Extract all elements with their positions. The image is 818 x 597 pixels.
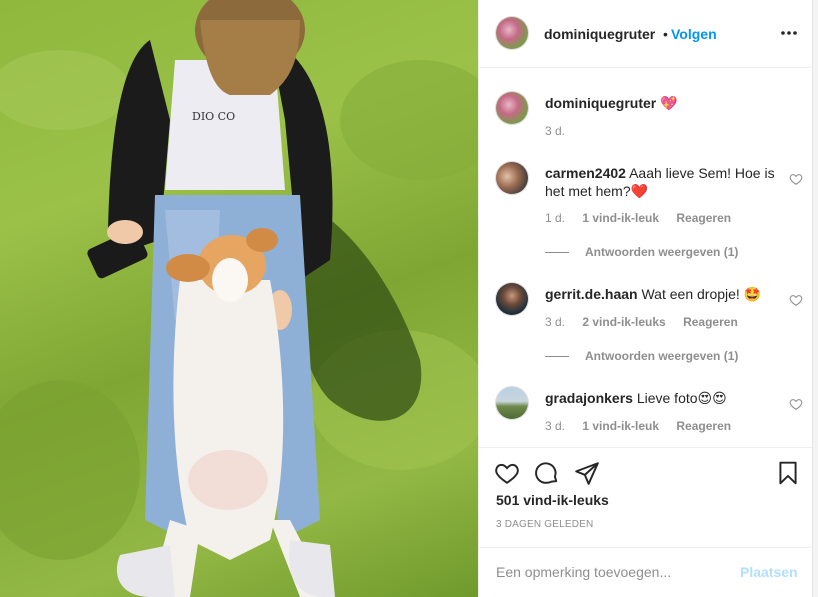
caption-meta: 3 d. (545, 124, 579, 138)
caption-time[interactable]: 3 d. (545, 124, 565, 138)
post-side-panel: dominiquegruter • Volgen dominiquegruter… (478, 0, 813, 597)
heart-icon[interactable] (494, 460, 520, 486)
likes-count[interactable]: 501 vind-ik-leuks (496, 492, 609, 508)
comment-username[interactable]: carmen2402 (545, 165, 626, 181)
view-replies-label: Antwoorden weergeven (1) (585, 349, 739, 363)
comment-emoji: ❤️ (630, 184, 649, 200)
caption-emoji: 💖 (660, 96, 678, 112)
comment-meta: 1 d. 1 vind-ik-leuk Reageren (545, 211, 745, 225)
comment-meta: 3 d. 2 vind-ik-leuks Reageren (545, 315, 752, 329)
comment-time[interactable]: 3 d. (545, 315, 565, 329)
comment-input[interactable]: Een opmerking toevoegen... (496, 564, 671, 580)
comment-likes[interactable]: 1 vind-ik-leuk (582, 211, 659, 225)
replies-divider (545, 356, 569, 358)
like-comment-icon[interactable] (789, 397, 803, 411)
comment-emoji: 😍😍 (697, 391, 727, 407)
comments-list[interactable]: dominiquegruter 💖 3 d. carmen2402 Aaah l… (479, 69, 813, 447)
comment-text: gradajonkers Lieve foto😍😍 (545, 389, 777, 408)
share-icon[interactable] (574, 460, 600, 486)
view-replies-label: Antwoorden weergeven (1) (585, 245, 739, 259)
more-icon[interactable] (779, 24, 799, 42)
comment-text: carmen2402 Aaah lieve Sem! Hoe is het me… (545, 164, 777, 201)
comment-username[interactable]: gerrit.de.haan (545, 286, 638, 302)
reply-button[interactable]: Reageren (676, 211, 731, 225)
caption-text: dominiquegruter 💖 (545, 94, 777, 113)
svg-text:DIO CO: DIO CO (192, 110, 235, 123)
reply-button[interactable]: Reageren (676, 419, 731, 433)
avatar[interactable] (496, 162, 528, 194)
replies-divider (545, 252, 569, 254)
owner-username[interactable]: dominiquegruter (544, 26, 655, 42)
comment-likes[interactable]: 1 vind-ik-leuk (582, 419, 659, 433)
photo-illustration: DIO CO (0, 0, 478, 597)
add-comment-bar: Een opmerking toevoegen... Plaatsen (479, 547, 813, 597)
reply-button[interactable]: Reageren (683, 315, 738, 329)
bookmark-icon[interactable] (775, 460, 801, 486)
separator-dot: • (663, 26, 668, 42)
comment-emoji: 🤩 (743, 287, 762, 303)
like-comment-icon[interactable] (789, 293, 803, 307)
follow-button[interactable]: Volgen (671, 26, 717, 42)
scrollbar[interactable] (812, 0, 818, 597)
avatar[interactable] (496, 17, 528, 49)
avatar[interactable] (496, 283, 528, 315)
comment-meta: 3 d. 1 vind-ik-leuk Reageren (545, 419, 745, 433)
comment-body: Wat een dropje! (641, 286, 740, 302)
view-replies-button[interactable]: Antwoorden weergeven (1) (545, 245, 738, 259)
comment-time[interactable]: 1 d. (545, 211, 565, 225)
post-header: dominiquegruter • Volgen (479, 0, 813, 68)
avatar[interactable] (496, 92, 528, 124)
posted-date[interactable]: 3 DAGEN GELEDEN (496, 519, 593, 530)
action-bar: 501 vind-ik-leuks 3 DAGEN GELEDEN (479, 447, 813, 547)
post-comment-button[interactable]: Plaatsen (740, 564, 798, 580)
comment-likes[interactable]: 2 vind-ik-leuks (582, 315, 665, 329)
post-photo[interactable]: DIO CO (0, 0, 478, 597)
view-replies-button[interactable]: Antwoorden weergeven (1) (545, 349, 738, 363)
comment-time[interactable]: 3 d. (545, 419, 565, 433)
caption-username[interactable]: dominiquegruter (545, 95, 656, 111)
comment-icon[interactable] (534, 460, 560, 486)
comment-text: gerrit.de.haan Wat een dropje! 🤩 (545, 285, 777, 304)
avatar[interactable] (496, 387, 528, 419)
comment-username[interactable]: gradajonkers (545, 390, 633, 406)
comment-body: Lieve foto (636, 390, 698, 406)
like-comment-icon[interactable] (789, 172, 803, 186)
